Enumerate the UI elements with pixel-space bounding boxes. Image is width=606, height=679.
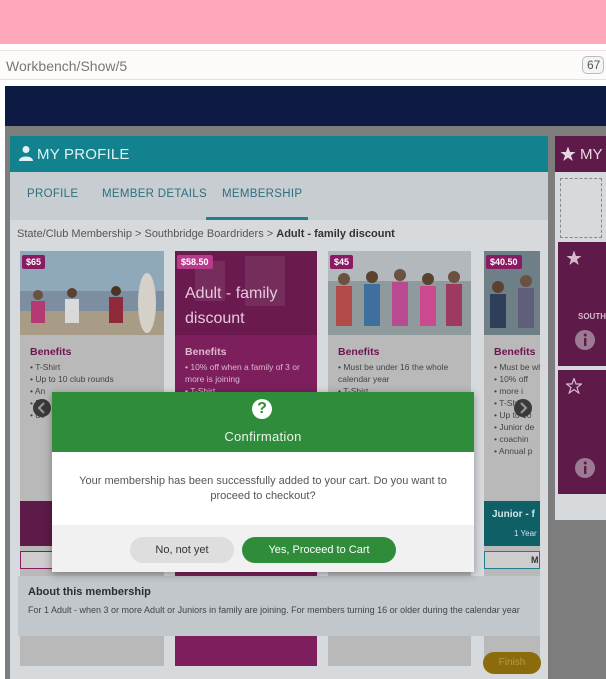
dialog-message: Your membership has been successfully ad… bbox=[79, 475, 447, 502]
info-icon[interactable] bbox=[575, 330, 595, 350]
list-item: 10% off bbox=[494, 373, 540, 385]
list-item: Junior de bbox=[494, 421, 540, 433]
card-select-button[interactable]: M bbox=[484, 551, 540, 569]
benefits-heading: Benefits bbox=[494, 346, 536, 358]
cancel-button[interactable]: No, not yet bbox=[130, 537, 234, 563]
user-icon bbox=[19, 146, 33, 161]
dialog-title: Confirmation bbox=[224, 429, 302, 444]
profile-header: MY PROFILE bbox=[10, 136, 548, 172]
card-footer-sub: 1 Year bbox=[514, 529, 537, 538]
chevron-left-icon[interactable] bbox=[33, 399, 51, 417]
side-header: MY bbox=[555, 136, 606, 172]
star-outline-icon bbox=[566, 378, 582, 394]
browser-tab-strip bbox=[0, 0, 606, 44]
benefits-heading: Benefits bbox=[185, 346, 227, 358]
side-panel: MY SOUTH bbox=[555, 136, 606, 520]
list-item: Up to 10 club rounds bbox=[30, 373, 113, 385]
star-icon bbox=[566, 250, 582, 265]
card-select-label: M bbox=[531, 555, 539, 565]
list-item: Annual p bbox=[494, 445, 540, 457]
price-badge: $65 bbox=[22, 255, 46, 269]
app-navbar bbox=[5, 86, 606, 126]
confirmation-dialog: ? Confirmation Your membership has been … bbox=[52, 392, 474, 572]
list-item: 10% off when a family of 3 or more is jo… bbox=[185, 361, 309, 385]
finish-button[interactable]: Finish bbox=[483, 652, 541, 674]
info-icon[interactable] bbox=[575, 458, 595, 478]
list-item: more i bbox=[494, 385, 540, 397]
question-icon: ? bbox=[252, 399, 272, 419]
active-tab-indicator bbox=[206, 217, 308, 220]
card-footer-title: Junior - f bbox=[492, 509, 535, 520]
price-badge: $40.50 bbox=[486, 255, 522, 269]
about-text: For 1 Adult - when 3 or more Adult or Ju… bbox=[28, 605, 520, 615]
chevron-right-icon[interactable] bbox=[514, 399, 532, 417]
side-item[interactable] bbox=[558, 370, 606, 494]
price-badge: $45 bbox=[330, 255, 354, 269]
proceed-to-cart-button[interactable]: Yes, Proceed to Cart bbox=[242, 537, 396, 563]
tab-member-details[interactable]: MEMBER DETAILS bbox=[102, 188, 207, 200]
benefits-heading: Benefits bbox=[338, 346, 380, 358]
side-title: MY bbox=[580, 146, 603, 163]
side-item[interactable]: SOUTH bbox=[558, 242, 606, 366]
dialog-footer: No, not yet Yes, Proceed to Cart bbox=[52, 525, 474, 572]
address-url: Workbench/Show/5 bbox=[6, 58, 128, 74]
about-title: About this membership bbox=[28, 586, 151, 598]
star-icon bbox=[560, 146, 576, 161]
dialog-header: ? Confirmation bbox=[52, 392, 474, 452]
tab-membership[interactable]: MEMBERSHIP bbox=[222, 188, 302, 200]
breadcrumb: State/Club Membership > Southbridge Boar… bbox=[17, 228, 395, 240]
price-badge: $58.50 bbox=[177, 255, 213, 269]
address-bar[interactable]: Workbench/Show/5 67 bbox=[0, 50, 606, 80]
breadcrumb-current: Adult - family discount bbox=[276, 228, 395, 240]
tab-profile[interactable]: PROFILE bbox=[27, 188, 78, 200]
card-footer: Junior - f 1 Year bbox=[484, 501, 540, 546]
side-item-label: SOUTH bbox=[578, 312, 606, 321]
membership-title: Adult - family discount bbox=[185, 285, 278, 327]
list-item: Must be whole ca bbox=[494, 361, 540, 373]
list-item: T-Shirt bbox=[30, 361, 114, 373]
zoom-indicator[interactable]: 67 bbox=[582, 56, 604, 74]
side-placeholder bbox=[560, 178, 602, 238]
list-item: coachin bbox=[494, 433, 540, 445]
profile-title: MY PROFILE bbox=[37, 146, 130, 163]
profile-tabs: PROFILE MEMBER DETAILS MEMBERSHIP bbox=[10, 172, 548, 220]
about-membership: About this membership For 1 Adult - when… bbox=[18, 576, 540, 636]
list-item: Must be under 16 the whole calendar year bbox=[338, 361, 458, 385]
benefits-heading: Benefits bbox=[30, 346, 72, 358]
breadcrumb-path: State/Club Membership > Southbridge Boar… bbox=[17, 228, 277, 240]
